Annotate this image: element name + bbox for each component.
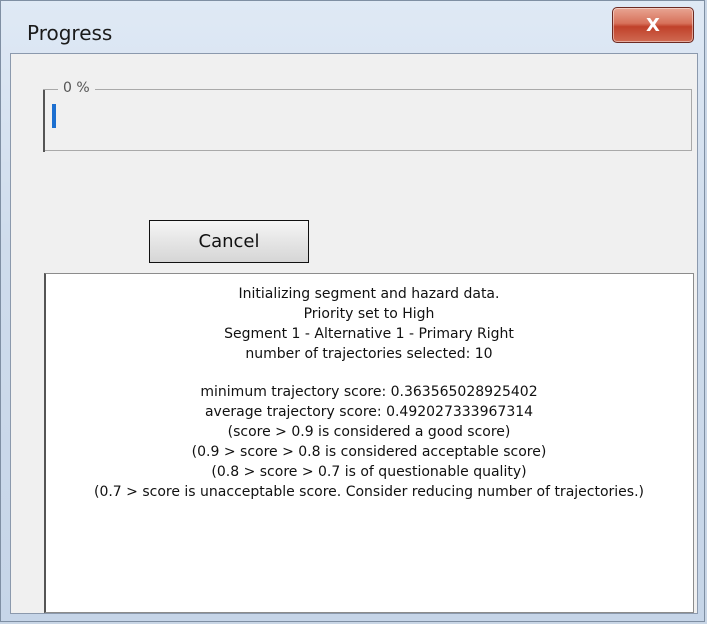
progress-caption: 0 %: [58, 80, 95, 96]
progress-window: Progress X 0 % Cancel Initializing segme…: [0, 0, 705, 622]
close-button[interactable]: X: [612, 7, 694, 43]
client-area: 0 % Cancel Initializing segment and haza…: [10, 53, 698, 614]
status-log: Initializing segment and hazard data. Pr…: [44, 273, 694, 613]
log-line: (0.8 > score > 0.7 is of questionable qu…: [211, 464, 527, 480]
progress-bar-fill: [52, 104, 56, 128]
log-line: number of trajectories selected: 10: [245, 346, 493, 362]
progress-group: 0 %: [43, 80, 692, 152]
log-line: (0.9 > score > 0.8 is considered accepta…: [191, 444, 547, 460]
group-edge: [43, 90, 45, 152]
log-line: minimum trajectory score: 0.363565028925…: [200, 384, 538, 400]
close-icon: X: [646, 14, 660, 36]
progress-bar: [52, 104, 680, 128]
log-line: Segment 1 - Alternative 1 - Primary Righ…: [224, 326, 514, 342]
log-line: Priority set to High: [303, 306, 435, 322]
log-line: (score > 0.9 is considered a good score): [227, 424, 511, 440]
log-gap: [54, 364, 684, 382]
status-log-text: Initializing segment and hazard data. Pr…: [54, 284, 684, 502]
log-line: average trajectory score: 0.492027333967…: [204, 404, 534, 420]
window-title: Progress: [27, 21, 113, 45]
log-line: Initializing segment and hazard data.: [238, 286, 500, 302]
cancel-button[interactable]: Cancel: [149, 220, 309, 263]
log-line: (0.7 > score is unacceptable score. Cons…: [93, 484, 644, 500]
